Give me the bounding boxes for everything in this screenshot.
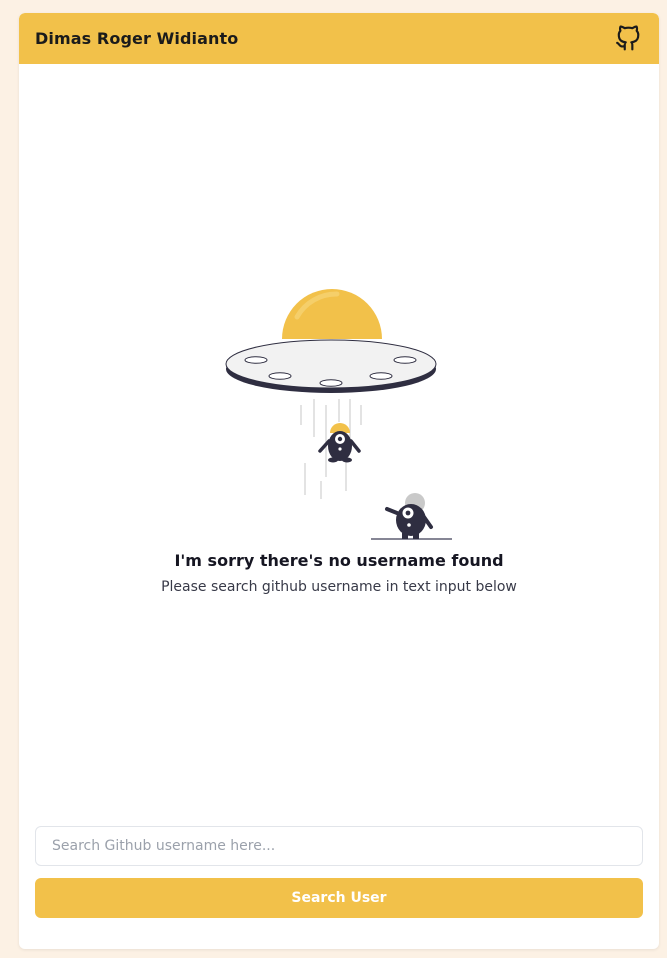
ufo-dome: [282, 289, 382, 339]
ufo-saucer: [225, 339, 437, 393]
empty-state-subtitle: Please search github username in text in…: [161, 579, 517, 595]
github-link[interactable]: [615, 25, 641, 53]
app-header: Dimas Roger Widianto: [19, 13, 659, 64]
github-icon: [616, 25, 640, 51]
empty-state-title: I'm sorry there's no username found: [174, 551, 504, 570]
app-title: Dimas Roger Widianto: [35, 29, 239, 48]
search-user-button[interactable]: Search User: [35, 878, 643, 918]
standing-creature: [371, 493, 452, 540]
app-card: Dimas Roger Widianto I'm sorry there's n…: [19, 13, 659, 949]
ufo-abduction-illustration: [225, 289, 452, 540]
search-input[interactable]: [35, 826, 643, 866]
